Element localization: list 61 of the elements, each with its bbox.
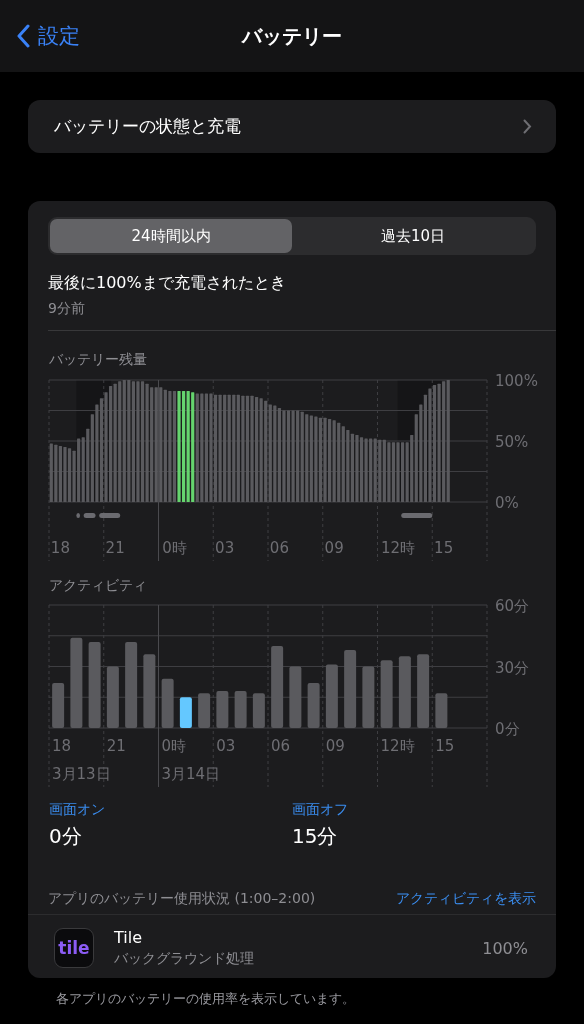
axis-label: 09 <box>325 737 345 755</box>
activity-bar <box>289 666 302 728</box>
activity-bar <box>106 666 119 728</box>
axis-label: 12時 <box>380 737 415 755</box>
battery-health-row[interactable]: バッテリーの状態と充電 <box>28 100 556 153</box>
axis-label: 09 <box>324 539 344 557</box>
axis-label: 30分 <box>495 658 530 677</box>
activity-bar <box>435 693 448 728</box>
activity-bar <box>234 691 247 728</box>
stat-label: 画面オン <box>49 801 106 819</box>
app-name: Tile <box>114 928 143 947</box>
axis-label: 21 <box>106 737 126 755</box>
axis-label: 06 <box>271 737 291 755</box>
date-label: 3月14日 <box>161 765 221 783</box>
activity-bar <box>198 693 211 728</box>
activity-bar <box>252 693 265 728</box>
date-label: 3月13日 <box>52 765 111 783</box>
axis-label: 60分 <box>495 597 530 615</box>
last-charge-label: 最後に100%まで充電されたとき <box>48 273 287 294</box>
axis-label: 18 <box>50 539 70 557</box>
axis-label: 12時 <box>381 539 416 557</box>
section-title: バッテリー残量 <box>49 351 147 367</box>
axis-label: 15 <box>435 737 455 755</box>
usage-header: アプリのバッテリー使用状況 (1:00–2:00) <box>48 890 316 908</box>
screen-title: バッテリー <box>242 22 342 50</box>
back-button[interactable]: 設定 <box>0 22 80 50</box>
activity-bar <box>161 678 174 728</box>
section-title: アクティビティ <box>49 577 147 593</box>
axis-label: 21 <box>105 539 125 557</box>
activity-bar <box>362 666 375 728</box>
segment-tab[interactable]: 過去10日 <box>292 219 534 253</box>
activity-bar <box>179 697 192 728</box>
footer-note: 各アプリのバッテリーの使用率を表示しています。 <box>56 991 355 1006</box>
stat-label: 画面オフ <box>292 801 349 819</box>
segment-tab[interactable]: 24時間以内 <box>50 219 292 253</box>
axis-label: 0時 <box>161 737 187 755</box>
axis-label: 18 <box>52 737 72 755</box>
last-charge-time: 9分前 <box>48 300 86 318</box>
chevron-left-icon <box>16 24 30 48</box>
axis-label: 50% <box>495 433 529 451</box>
activity-bar <box>398 656 411 728</box>
axis-label: 03 <box>215 539 235 557</box>
axis-label: 0分 <box>495 720 520 738</box>
activity-bar <box>325 664 338 728</box>
axis-label: 03 <box>216 737 236 755</box>
activity-bar <box>380 660 393 728</box>
axis-label: 100% <box>495 372 538 390</box>
axis-label: 15 <box>434 539 454 557</box>
activity-bar <box>52 682 65 728</box>
stat-value: 15分 <box>292 823 339 850</box>
axis-label: 06 <box>269 539 289 557</box>
activity-bar <box>216 691 229 728</box>
axis-label: 0時 <box>162 539 187 557</box>
activity-bar <box>307 682 320 728</box>
app-percent: 100% <box>482 938 528 958</box>
axis-label: 0% <box>495 494 519 512</box>
app-detail: バックグラウンド処理 <box>114 950 255 968</box>
stat-value: 0分 <box>49 823 83 850</box>
chevron-right-icon <box>523 119 532 134</box>
show-activity-link[interactable]: アクティビティを表示 <box>396 890 536 908</box>
app-icon: tile <box>54 928 94 968</box>
